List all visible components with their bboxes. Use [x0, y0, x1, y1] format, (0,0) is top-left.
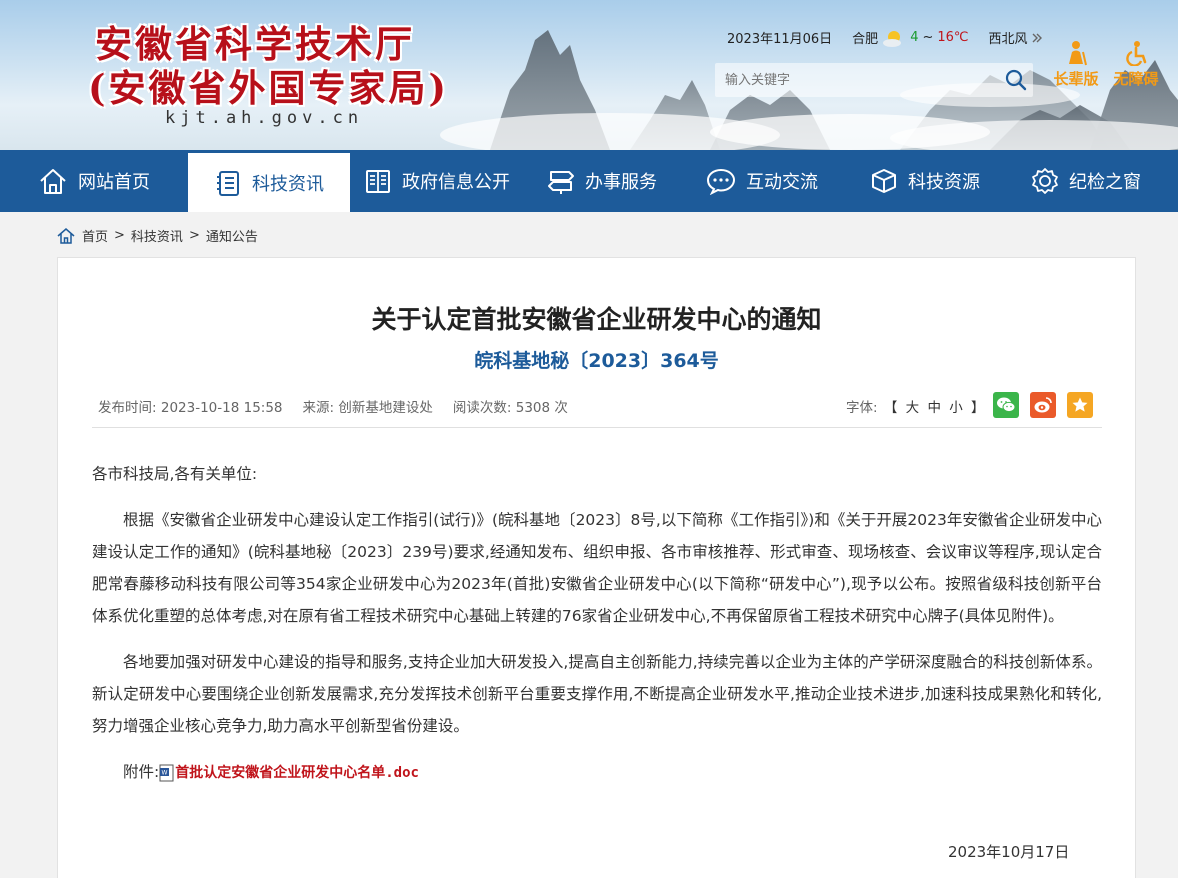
main-nav: 网站首页 科技资讯 政府信息公开 办事服务 互动交流 科技资源 纪检之窗	[0, 150, 1178, 212]
wind-direction: 西北风	[988, 32, 1028, 47]
wind: 西北风	[989, 28, 1042, 47]
article-container: 关于认定首批安徽省企业研发中心的通知 皖科基地秘〔2023〕364号 发布时间:…	[57, 257, 1136, 878]
nav-item-label: 互动交流	[746, 172, 818, 193]
article-source: 来源: 创新基地建设处	[302, 400, 433, 416]
badge-icon	[1032, 168, 1058, 194]
weather-city: 合肥	[852, 32, 879, 47]
site-header: 安徽省科学技术厅 (安徽省外国专家局) kjt.ah.gov.cn 2023年1…	[0, 0, 1178, 150]
breadcrumb-separator: >	[188, 228, 200, 243]
nav-item-label: 政府信息公开	[402, 172, 510, 193]
share-weibo-button[interactable]	[1030, 392, 1056, 418]
attachment-link[interactable]: 首批认定安徽省企业研发中心名单.doc	[175, 765, 419, 781]
article-meta: 发布时间: 2023-10-18 15:58 来源: 创新基地建设处 阅读次数:…	[98, 396, 568, 416]
weather: 合肥 4 ~16℃	[852, 28, 968, 47]
salutation: 各市科技局,各有关单位:	[92, 465, 258, 483]
breadcrumb-notices[interactable]: 通知公告	[206, 226, 258, 245]
body-paragraph: 根据《安徽省企业研发中心建设认定工作指引(试行)》(皖科基地〔2023〕8号,以…	[92, 511, 1102, 625]
font-bracket-close: 】	[971, 400, 985, 416]
signpost-icon	[548, 171, 574, 194]
font-size-small[interactable]: 小	[949, 400, 963, 416]
font-size-selector: 字体: 【 大 中 小 】	[846, 396, 987, 416]
nav-item-discipline[interactable]: 纪检之窗	[1006, 150, 1166, 212]
view-count: 阅读次数: 5308 次	[452, 400, 568, 416]
font-bracket-open: 【	[883, 400, 898, 416]
search-icon[interactable]	[1005, 69, 1027, 91]
current-date: 2023年11月06日	[727, 32, 833, 47]
nav-item-label: 科技资讯	[252, 173, 324, 195]
meta-divider	[92, 427, 1102, 428]
search-box	[715, 63, 1033, 97]
nav-item-label: 办事服务	[585, 172, 657, 193]
cube-icon	[872, 169, 896, 193]
nav-item-resources[interactable]: 科技资源	[844, 150, 1006, 212]
font-size-medium[interactable]: 中	[927, 400, 941, 416]
nav-item-home[interactable]: 网站首页	[0, 150, 188, 212]
nav-item-services[interactable]: 办事服务	[524, 150, 680, 212]
breadcrumb: 首页 > 科技资讯 > 通知公告	[56, 226, 258, 245]
attachment-label: 附件:	[123, 763, 160, 781]
weibo-icon	[1034, 397, 1052, 413]
home-icon	[40, 169, 66, 194]
nav-item-label: 纪检之窗	[1069, 172, 1141, 193]
article-title: 关于认定首批安徽省企业研发中心的通知	[371, 305, 822, 334]
temp-low: 4	[910, 30, 919, 45]
accessibility-button[interactable]: 无障碍	[1108, 40, 1164, 89]
site-domain: kjt.ah.gov.cn	[165, 108, 364, 128]
accessibility-label: 无障碍	[1113, 70, 1159, 88]
news-icon	[217, 170, 239, 196]
book-icon	[366, 170, 390, 193]
svg-text:W: W	[162, 769, 168, 776]
elder-mode-label: 长辈版	[1053, 70, 1099, 88]
home-icon	[57, 227, 75, 244]
star-icon	[1072, 397, 1088, 412]
sun-cloud-icon	[883, 30, 902, 47]
sign-date: 2023年10月17日	[948, 843, 1070, 861]
search-input[interactable]	[715, 63, 995, 97]
wechat-icon	[997, 397, 1016, 413]
font-size-large[interactable]: 大	[906, 400, 920, 416]
breadcrumb-separator: >	[114, 228, 125, 243]
body-paragraph: 各地要加强对研发中心建设的指导和服务,支持企业加大研发投入,提高自主创新能力,持…	[92, 653, 1102, 735]
nav-item-gov-info[interactable]: 政府信息公开	[350, 150, 524, 212]
elder-mode-button[interactable]: 长辈版	[1048, 40, 1104, 89]
chat-icon	[706, 168, 736, 195]
breadcrumb-news[interactable]: 科技资讯	[131, 226, 183, 245]
breadcrumb-home[interactable]: 首页	[82, 226, 108, 245]
publish-time: 发布时间: 2023-10-18 15:58	[98, 400, 283, 416]
site-title-line1: 安徽省科学技术厅	[95, 22, 415, 66]
double-chevron-right-icon	[1032, 33, 1042, 42]
attachment-line: 附件: W 首批认定安徽省企业研发中心名单.doc	[92, 756, 1102, 789]
temp-separator: ~	[922, 30, 934, 45]
temp-high: 16℃	[937, 30, 969, 45]
font-size-label: 字体:	[846, 400, 878, 416]
site-title-line2: (安徽省外国专家局)	[88, 66, 450, 110]
nav-item-news[interactable]: 科技资讯	[188, 150, 350, 212]
favorite-button[interactable]	[1067, 392, 1093, 418]
elder-icon	[1069, 41, 1087, 66]
article-body: 各市科技局,各有关单位: 根据《安徽省企业研发中心建设认定工作指引(试行)》(皖…	[92, 458, 1102, 803]
word-doc-icon: W	[159, 764, 174, 781]
top-info-bar: 2023年11月06日 合肥 4 ~16℃ 西北风	[727, 28, 1042, 47]
nav-item-label: 科技资源	[908, 172, 980, 193]
document-number: 皖科基地秘〔2023〕364号	[474, 350, 719, 372]
nav-item-label: 网站首页	[78, 172, 150, 193]
nav-item-interaction[interactable]: 互动交流	[680, 150, 844, 212]
wheelchair-icon	[1126, 41, 1147, 66]
share-wechat-button[interactable]	[993, 392, 1019, 418]
